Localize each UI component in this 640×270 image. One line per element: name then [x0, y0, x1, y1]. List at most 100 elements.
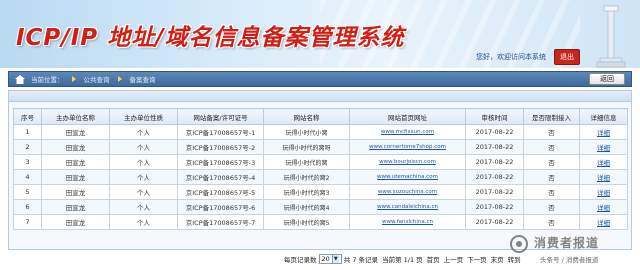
chevron-down-icon: ▼ [331, 254, 339, 263]
details-link[interactable]: 详细 [579, 124, 628, 140]
cell-restricted: 否 [523, 139, 580, 155]
results-panel: 序号 主办单位名称 主办单位性质 网站备案/许可证号 网站名称 网站首页网址 审… [8, 90, 632, 250]
header-index: 序号 [13, 108, 42, 125]
details-link[interactable]: 详细 [579, 154, 628, 170]
details-link[interactable]: 详细 [579, 184, 628, 200]
cell-license: 京ICP备17008657号-7 [177, 214, 264, 230]
cell-homepage-link[interactable]: www.cornertome7shop.com [349, 139, 466, 155]
cell-organizer: 田宣龙 [41, 199, 110, 215]
next-page-link[interactable]: 下一页 [467, 254, 487, 264]
breadcrumb: 当前位置： 公共查询 备案查询 返回 [8, 71, 632, 87]
header-restricted: 是否限制接入 [523, 108, 580, 125]
panel-header [9, 91, 631, 102]
back-button[interactable]: 返回 [589, 73, 625, 85]
cell-site-name: 玩得小时代的窝 [263, 154, 350, 170]
table-row: 3 田宣龙 个人 京ICP备17008657号-3 玩得小时代的窝 www.bo… [13, 154, 628, 170]
cell-restricted: 否 [523, 214, 580, 230]
cell-restricted: 否 [523, 199, 580, 215]
cell-homepage-link[interactable]: www.candaleichina.cn [349, 199, 466, 215]
page-info: 当前第 1/1 页 [382, 255, 423, 264]
cell-homepage-link[interactable]: www.suzouchina.com [349, 184, 466, 200]
watermark-logo-icon [510, 235, 528, 253]
cell-index: 7 [13, 214, 42, 230]
arrow-right-icon [117, 76, 122, 82]
cell-homepage-link[interactable]: www.bourjoiscn.com [349, 154, 466, 170]
cell-index: 6 [13, 199, 42, 215]
header-organizer: 主办单位名称 [41, 108, 110, 125]
table-header-row: 序号 主办单位名称 主办单位性质 网站备案/许可证号 网站名称 网站首页网址 审… [13, 108, 628, 125]
cell-site-name: 玩得小时代的窝4 [263, 199, 350, 215]
cell-organizer-type: 个人 [109, 154, 178, 170]
details-link[interactable]: 详细 [579, 199, 628, 215]
cell-homepage-link[interactable]: www.utemachina.com [349, 169, 466, 185]
cell-review-time: 2017-08-22 [465, 169, 524, 185]
first-page-link[interactable]: 首页 [427, 254, 440, 264]
per-page-label: 每页记录数 [284, 255, 317, 264]
cell-site-name: 玩得小时代的窝2 [263, 169, 350, 185]
cell-license: 京ICP备17008657号-3 [177, 154, 264, 170]
header-homepage: 网站首页网址 [349, 108, 466, 125]
cell-license: 京ICP备17008657号-1 [177, 124, 264, 140]
cell-review-time: 2017-08-22 [465, 124, 524, 140]
table-row: 4 田宣龙 个人 京ICP备17008657号-4 玩得小时代的窝2 www.u… [13, 169, 628, 185]
cell-homepage-link[interactable]: www.mcfixsun.com [349, 124, 466, 140]
header-details: 详细信息 [579, 108, 628, 125]
cell-organizer-type: 个人 [109, 124, 178, 140]
cell-organizer: 田宣龙 [41, 184, 110, 200]
cell-organizer: 田宣龙 [41, 169, 110, 185]
cell-review-time: 2017-08-22 [465, 184, 524, 200]
breadcrumb-label: 当前位置： [31, 76, 64, 84]
header-license: 网站备案/许可证号 [177, 108, 264, 125]
watermark-subtitle: 头条号 / 消费者报道 [540, 256, 599, 264]
last-page-link[interactable]: 末页 [491, 254, 504, 264]
cell-organizer-type: 个人 [109, 139, 178, 155]
table-row: 2 田宣龙 个人 京ICP备17008657号-2 玩得小时代的窝呀 www.c… [13, 139, 628, 155]
app-title: ICP/IP 地址/域名信息备案管理系统 [16, 25, 405, 51]
per-page-select[interactable]: 20 ▼ [318, 253, 342, 264]
exit-button[interactable]: 退出 [554, 49, 580, 65]
cell-organizer-type: 个人 [109, 199, 178, 215]
cell-organizer: 田宣龙 [41, 154, 110, 170]
cell-organizer-type: 个人 [109, 169, 178, 185]
cell-homepage-link[interactable]: www.fanslchina.cn [349, 214, 466, 230]
watermark-title: 消费者报道 [534, 236, 600, 250]
cell-restricted: 否 [523, 124, 580, 140]
cell-organizer: 田宣龙 [41, 214, 110, 230]
total-records: 共 7 条记录 [343, 255, 379, 264]
cell-review-time: 2017-08-22 [465, 139, 524, 155]
cell-organizer: 田宣龙 [41, 124, 110, 140]
breadcrumb-path1[interactable]: 公共查询 [84, 74, 110, 84]
header-banner: ICP/IP 地址/域名信息备案管理系统 您好，欢迎访问本系统 退出 [0, 0, 640, 68]
watermark: 消费者报道 头条号 / 消费者报道 [506, 234, 636, 266]
cell-restricted: 否 [523, 184, 580, 200]
cell-restricted: 否 [523, 169, 580, 185]
cell-restricted: 否 [523, 154, 580, 170]
cell-index: 5 [13, 184, 42, 200]
cell-organizer: 田宣龙 [41, 139, 110, 155]
cell-license: 京ICP备17008657号-5 [177, 184, 264, 200]
monument-icon [596, 5, 626, 68]
details-link[interactable]: 详细 [579, 169, 628, 185]
cell-site-name: 玩得小时代的窝呀 [263, 139, 350, 155]
cell-index: 3 [13, 154, 42, 170]
cell-review-time: 2017-08-22 [465, 214, 524, 230]
cell-review-time: 2017-08-22 [465, 154, 524, 170]
breadcrumb-path2[interactable]: 备案查询 [130, 74, 156, 84]
header-organizer-type: 主办单位性质 [109, 108, 178, 125]
cell-license: 京ICP备17008657号-2 [177, 139, 264, 155]
cell-site-name: 玩得小时代小窝 [263, 124, 350, 140]
welcome-text: 您好，欢迎访问本系统 [476, 53, 546, 61]
details-link[interactable]: 详细 [579, 214, 628, 230]
cell-organizer-type: 个人 [109, 184, 178, 200]
header-review-time: 审核时间 [465, 108, 524, 125]
cell-site-name: 玩得小时代的窝5 [263, 214, 350, 230]
cell-site-name: 玩得小时代的窝3 [263, 184, 350, 200]
prev-page-link[interactable]: 上一页 [444, 254, 464, 264]
table-row: 1 田宣龙 个人 京ICP备17008657号-1 玩得小时代小窝 www.mc… [13, 124, 628, 140]
per-page-value: 20 [321, 254, 330, 263]
table-row: 6 田宣龙 个人 京ICP备17008657号-6 玩得小时代的窝4 www.c… [13, 199, 628, 215]
cell-review-time: 2017-08-22 [465, 199, 524, 215]
table-row: 7 田宣龙 个人 京ICP备17008657号-7 玩得小时代的窝5 www.f… [13, 214, 628, 230]
details-link[interactable]: 详细 [579, 139, 628, 155]
results-table: 序号 主办单位名称 主办单位性质 网站备案/许可证号 网站名称 网站首页网址 审… [13, 108, 628, 230]
